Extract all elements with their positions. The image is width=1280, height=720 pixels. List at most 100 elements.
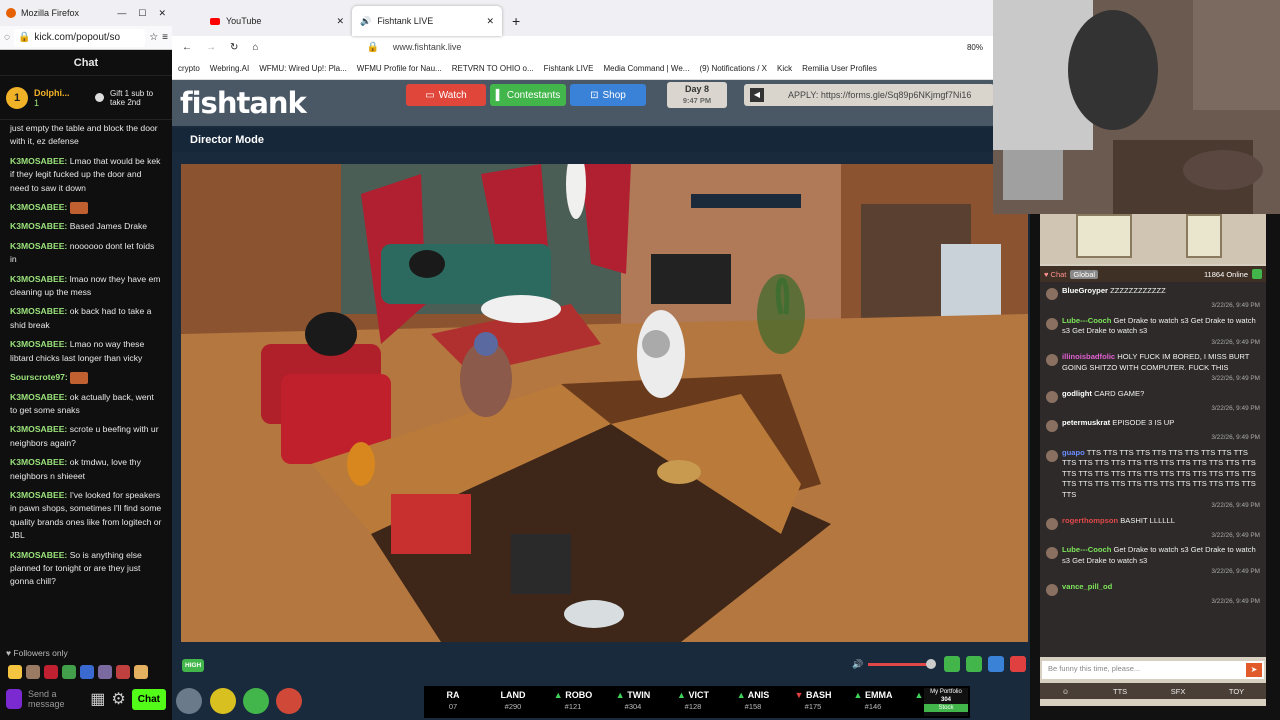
emote[interactable] bbox=[116, 665, 130, 679]
avatar[interactable] bbox=[1046, 390, 1058, 403]
apply-banner[interactable]: ◀ APPLY: https://forms.gle/Sq89p6NKjmgf7… bbox=[744, 84, 994, 106]
avatar[interactable] bbox=[1046, 517, 1058, 530]
gift-text[interactable]: Gift 1 sub to take 2nd bbox=[110, 89, 166, 107]
url-field[interactable]: 🔒 kick.com/popout/so bbox=[13, 28, 146, 47]
fishtank-logo[interactable]: fishtank bbox=[180, 86, 307, 120]
kick-username[interactable]: K3MOSABEE: bbox=[10, 550, 67, 560]
avatar[interactable] bbox=[1046, 583, 1058, 596]
tts-button[interactable]: TTS bbox=[1113, 687, 1127, 696]
record-icon[interactable] bbox=[1010, 656, 1026, 672]
bookmark-item[interactable]: Webring.AI bbox=[210, 64, 249, 73]
kick-username[interactable]: Sourscrote97: bbox=[10, 372, 68, 382]
chat-username[interactable]: godlight bbox=[1062, 389, 1092, 398]
minimize-icon[interactable]: — bbox=[117, 8, 126, 18]
users-icon[interactable] bbox=[1252, 269, 1262, 279]
items-icon[interactable] bbox=[243, 688, 269, 714]
screenshot-icon[interactable] bbox=[966, 656, 982, 672]
stock-ticker[interactable]: RA 07 LAND #290 ▲ ROBO #121 ▲ TWIN #304 ▲ VICT #1… bbox=[424, 686, 970, 718]
tab-youtube[interactable]: YouTube ✕ bbox=[202, 6, 352, 36]
chat-username[interactable]: rogerthompson bbox=[1062, 516, 1118, 525]
kick-username[interactable]: K3MOSABEE: bbox=[10, 274, 67, 284]
close-tab-icon[interactable]: ✕ bbox=[486, 16, 494, 27]
avatar[interactable] bbox=[1046, 354, 1058, 366]
kick-username[interactable]: K3MOSABEE: bbox=[10, 392, 67, 402]
maximize-icon[interactable]: ☐ bbox=[138, 8, 146, 19]
bookmark-item[interactable]: Fishtank LIVE bbox=[544, 64, 594, 73]
kick-username[interactable]: K3MOSABEE: bbox=[10, 241, 67, 251]
chat-input[interactable]: Be funny this time, please... ➤ bbox=[1042, 661, 1264, 679]
avatar[interactable] bbox=[1046, 547, 1058, 559]
kick-username[interactable]: K3MOSABEE: bbox=[10, 339, 67, 349]
bookmark-item[interactable]: RETVRN TO OHIO o... bbox=[452, 64, 534, 73]
bookmark-item[interactable]: crypto bbox=[178, 64, 200, 73]
emote[interactable] bbox=[62, 665, 76, 679]
close-tab-icon[interactable]: ✕ bbox=[336, 16, 344, 27]
avatar[interactable] bbox=[1046, 317, 1058, 330]
kick-username[interactable]: K3MOSABEE: bbox=[10, 424, 67, 434]
send-message-input[interactable]: Send a message bbox=[28, 689, 84, 709]
send-icon[interactable]: ➤ bbox=[1246, 663, 1262, 677]
bookmark-item[interactable]: Kick bbox=[777, 64, 792, 73]
settings-gear-icon[interactable] bbox=[176, 688, 202, 714]
emote[interactable] bbox=[8, 665, 22, 679]
emote[interactable] bbox=[44, 665, 58, 679]
ticker-item[interactable]: ▲ TWIN #304 bbox=[604, 686, 662, 718]
address-bar[interactable]: www.fishtank.live bbox=[393, 42, 953, 52]
star-icon[interactable]: ☆ bbox=[149, 32, 158, 43]
tab-chat[interactable]: ♥ Chat bbox=[1044, 270, 1066, 279]
menu-icon[interactable]: ≡ bbox=[162, 32, 168, 43]
bookmark-item[interactable]: Media Command | We... bbox=[603, 64, 689, 73]
ticker-item[interactable]: ▲ ANIS #158 bbox=[724, 686, 782, 718]
reload-icon[interactable]: ↻ bbox=[230, 42, 238, 53]
mic-icon[interactable] bbox=[6, 689, 22, 709]
kick-username[interactable]: K3MOSABEE: bbox=[10, 306, 67, 316]
tab-global[interactable]: Global bbox=[1070, 269, 1099, 279]
avatar[interactable] bbox=[1046, 449, 1058, 462]
ticker-item[interactable]: RA 07 bbox=[424, 686, 482, 718]
chat-username[interactable]: guapo bbox=[1062, 448, 1085, 457]
watch-button[interactable]: ▭ Watch bbox=[406, 84, 486, 106]
kick-username[interactable]: K3MOSABEE: bbox=[10, 457, 67, 467]
bookmark-item[interactable]: WFMU: Wired Up!: Pla... bbox=[259, 64, 347, 73]
emote[interactable] bbox=[80, 665, 94, 679]
emote[interactable] bbox=[26, 665, 40, 679]
live-camera-feed[interactable] bbox=[181, 164, 1028, 642]
portfolio-widget[interactable]: My Portfolio 304 Stock bbox=[924, 688, 968, 716]
toy-button[interactable]: TOY bbox=[1229, 687, 1244, 696]
volume-icon[interactable]: 🔊 bbox=[852, 659, 863, 670]
emote[interactable] bbox=[98, 665, 112, 679]
settings-icon[interactable]: ⚙ bbox=[111, 689, 125, 709]
emote-picker-icon[interactable]: ▦ bbox=[90, 689, 105, 709]
forward-icon[interactable]: → bbox=[206, 42, 216, 53]
quality-badge[interactable]: HIGH bbox=[182, 659, 205, 672]
chat-username[interactable]: illinoisbadfolic bbox=[1062, 352, 1115, 361]
chat-username[interactable]: Lube---Cooch bbox=[1062, 316, 1111, 325]
chat-username[interactable]: petermuskrat bbox=[1062, 418, 1110, 427]
coins-icon[interactable] bbox=[210, 688, 236, 714]
ticker-item[interactable]: ▼ BASH #175 bbox=[784, 686, 842, 718]
tools-icon[interactable] bbox=[276, 688, 302, 714]
zoom-level[interactable]: 80% bbox=[967, 43, 983, 52]
kick-username[interactable]: K3MOSABEE: bbox=[10, 156, 67, 166]
chat-username[interactable]: BlueGroyper bbox=[1062, 286, 1108, 295]
kick-username[interactable]: K3MOSABEE: bbox=[10, 221, 67, 231]
arrow-left-icon[interactable]: ◀ bbox=[750, 88, 764, 102]
volume-slider[interactable] bbox=[868, 663, 932, 666]
ticker-item[interactable]: ▲ VICT #128 bbox=[664, 686, 722, 718]
emoji-icon[interactable]: ☺ bbox=[1062, 687, 1070, 696]
bookmark-item[interactable]: Remilia User Profiles bbox=[802, 64, 877, 73]
sfx-button[interactable]: SFX bbox=[1171, 687, 1186, 696]
shop-button[interactable]: ⊡ Shop bbox=[570, 84, 646, 106]
pinned-gifter[interactable]: 1 Dolphi... 1 Gift 1 sub to take 2nd bbox=[0, 76, 172, 120]
ticker-item[interactable]: LAND #290 bbox=[484, 686, 542, 718]
bookmark-item[interactable]: (9) Notifications / X bbox=[699, 64, 767, 73]
new-tab-icon[interactable]: + bbox=[502, 6, 520, 36]
avatar[interactable] bbox=[1046, 288, 1058, 300]
back-icon[interactable]: ← bbox=[182, 42, 192, 53]
chat-username[interactable]: vance_pill_od bbox=[1062, 582, 1112, 591]
home-icon[interactable]: ⌂ bbox=[252, 42, 258, 53]
tab-fishtank[interactable]: 🔊 Fishtank LIVE ✕ bbox=[352, 6, 502, 36]
chat-send-button[interactable]: Chat bbox=[131, 688, 166, 710]
close-icon[interactable]: ✕ bbox=[158, 8, 166, 19]
bookmark-item[interactable]: WFMU Profile for Nau... bbox=[357, 64, 442, 73]
